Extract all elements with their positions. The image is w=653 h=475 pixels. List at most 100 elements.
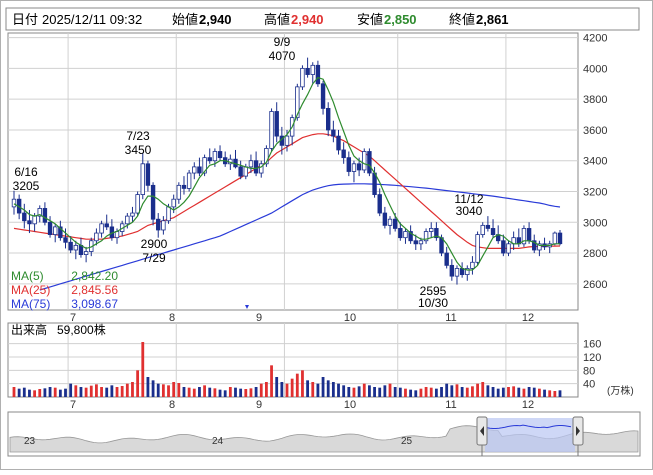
stock-chart: 日付 2025/12/11 09:32 始値 2,940 高値 2,940 安値… <box>0 0 653 470</box>
candle-body <box>181 184 187 189</box>
volume-bar <box>203 385 206 397</box>
candle-body <box>429 228 434 232</box>
volume-bar <box>398 387 402 397</box>
navigator-label-23: 23 <box>24 436 36 447</box>
candle-body <box>444 252 449 266</box>
volume-bar <box>136 370 140 397</box>
volume-bar <box>558 390 562 397</box>
volume-bar <box>275 377 279 397</box>
volume-bar <box>53 387 57 397</box>
candle-body <box>490 228 496 235</box>
price-x-label: 12 <box>522 312 534 324</box>
annotation-value: 2900 <box>141 237 168 251</box>
volume-bar <box>146 377 150 397</box>
candle-body <box>413 240 418 245</box>
chart-window: 日付 2025/12/11 09:32 始値 2,940 高値 2,940 安値… <box>0 0 653 470</box>
range-navigator[interactable]: 23 24 25 <box>7 411 641 457</box>
volume-bar <box>445 383 449 397</box>
volume-bar <box>352 387 356 397</box>
volume-bar <box>471 386 474 397</box>
candle-body <box>248 160 254 168</box>
volume-bar <box>48 387 52 397</box>
volume-bar <box>342 385 346 397</box>
volume-x-label: 12 <box>522 399 534 411</box>
candle-body <box>269 111 274 149</box>
close-value: 2,861 <box>476 12 509 27</box>
ma-legend-label: MA(75) <box>11 297 50 311</box>
candle-body <box>351 163 357 172</box>
volume-label: 出来高 <box>11 322 47 337</box>
volume-bar <box>213 388 217 397</box>
volume-bar <box>172 382 176 397</box>
volume-value: 59,800株 <box>57 322 106 337</box>
volume-bar <box>79 387 83 397</box>
volume-bar <box>501 387 505 397</box>
candle-body <box>145 163 151 186</box>
volume-bar <box>228 387 232 397</box>
volume-bar <box>368 385 371 397</box>
candle-body <box>130 212 135 217</box>
volume-bar <box>58 389 62 397</box>
volume-x-label: 8 <box>169 399 175 411</box>
volume-bar <box>182 387 186 397</box>
volume-x-label: 10 <box>344 399 356 411</box>
volume-bar <box>491 387 495 397</box>
candle-body <box>326 108 331 131</box>
candle-body <box>377 194 382 214</box>
volume-bar <box>259 383 263 397</box>
candle-body <box>186 172 192 189</box>
candle-body <box>392 218 398 229</box>
volume-bar <box>187 387 191 397</box>
volume-bar <box>517 387 521 397</box>
navigator-selection[interactable] <box>485 418 575 452</box>
candle-body <box>362 151 367 171</box>
volume-bar <box>306 380 310 397</box>
volume-bar <box>512 386 516 397</box>
candle-body <box>552 232 558 245</box>
candle-body <box>398 228 403 239</box>
volume-x-label: 9 <box>256 399 262 411</box>
candle-body <box>197 166 202 174</box>
candle-body <box>171 198 176 208</box>
candle-body <box>207 157 212 162</box>
volume-bar <box>198 387 201 397</box>
high-label: 高値 <box>264 12 290 27</box>
volume-bar <box>17 388 21 397</box>
volume-bar <box>141 342 145 397</box>
ma-legend-value: 2,842.20 <box>71 269 118 283</box>
volume-bar <box>460 387 464 397</box>
volume-bar <box>357 386 361 397</box>
volume-bar <box>424 387 428 397</box>
candle-body <box>217 151 223 159</box>
volume-bar <box>548 390 552 397</box>
volume-bar <box>156 383 160 397</box>
candle-body <box>557 232 563 245</box>
navigator-label-25: 25 <box>401 436 413 447</box>
price-tick-label: 3400 <box>583 156 607 168</box>
volume-bar <box>192 388 196 397</box>
price-x-label: 11 <box>445 312 456 324</box>
volume-bar <box>89 385 93 397</box>
volume-bar <box>378 387 382 397</box>
volume-bar <box>326 380 330 397</box>
volume-bar <box>95 384 98 397</box>
volume-bar <box>69 383 73 397</box>
volume-bar <box>543 389 546 397</box>
close-label: 終値 <box>449 12 475 27</box>
candle-body <box>501 240 506 254</box>
candle-body <box>341 149 346 159</box>
candle-body <box>382 212 388 226</box>
volume-bar <box>553 391 557 397</box>
volume-bar <box>100 387 103 397</box>
open-label: 始値 <box>172 12 198 27</box>
volume-bar <box>244 389 248 397</box>
volume-bar <box>167 385 170 397</box>
price-tick-label: 4200 <box>583 33 607 45</box>
price-panel: 2600 2800 3000 3200 3400 3600 3800 4000 4200 6/1… <box>7 32 607 311</box>
volume-bar <box>455 384 459 397</box>
volume-bar <box>254 387 258 397</box>
high-value: 2,940 <box>291 12 324 27</box>
candle-body <box>32 215 37 225</box>
price-tick-label: 3800 <box>583 94 607 106</box>
candle-body <box>305 67 310 75</box>
